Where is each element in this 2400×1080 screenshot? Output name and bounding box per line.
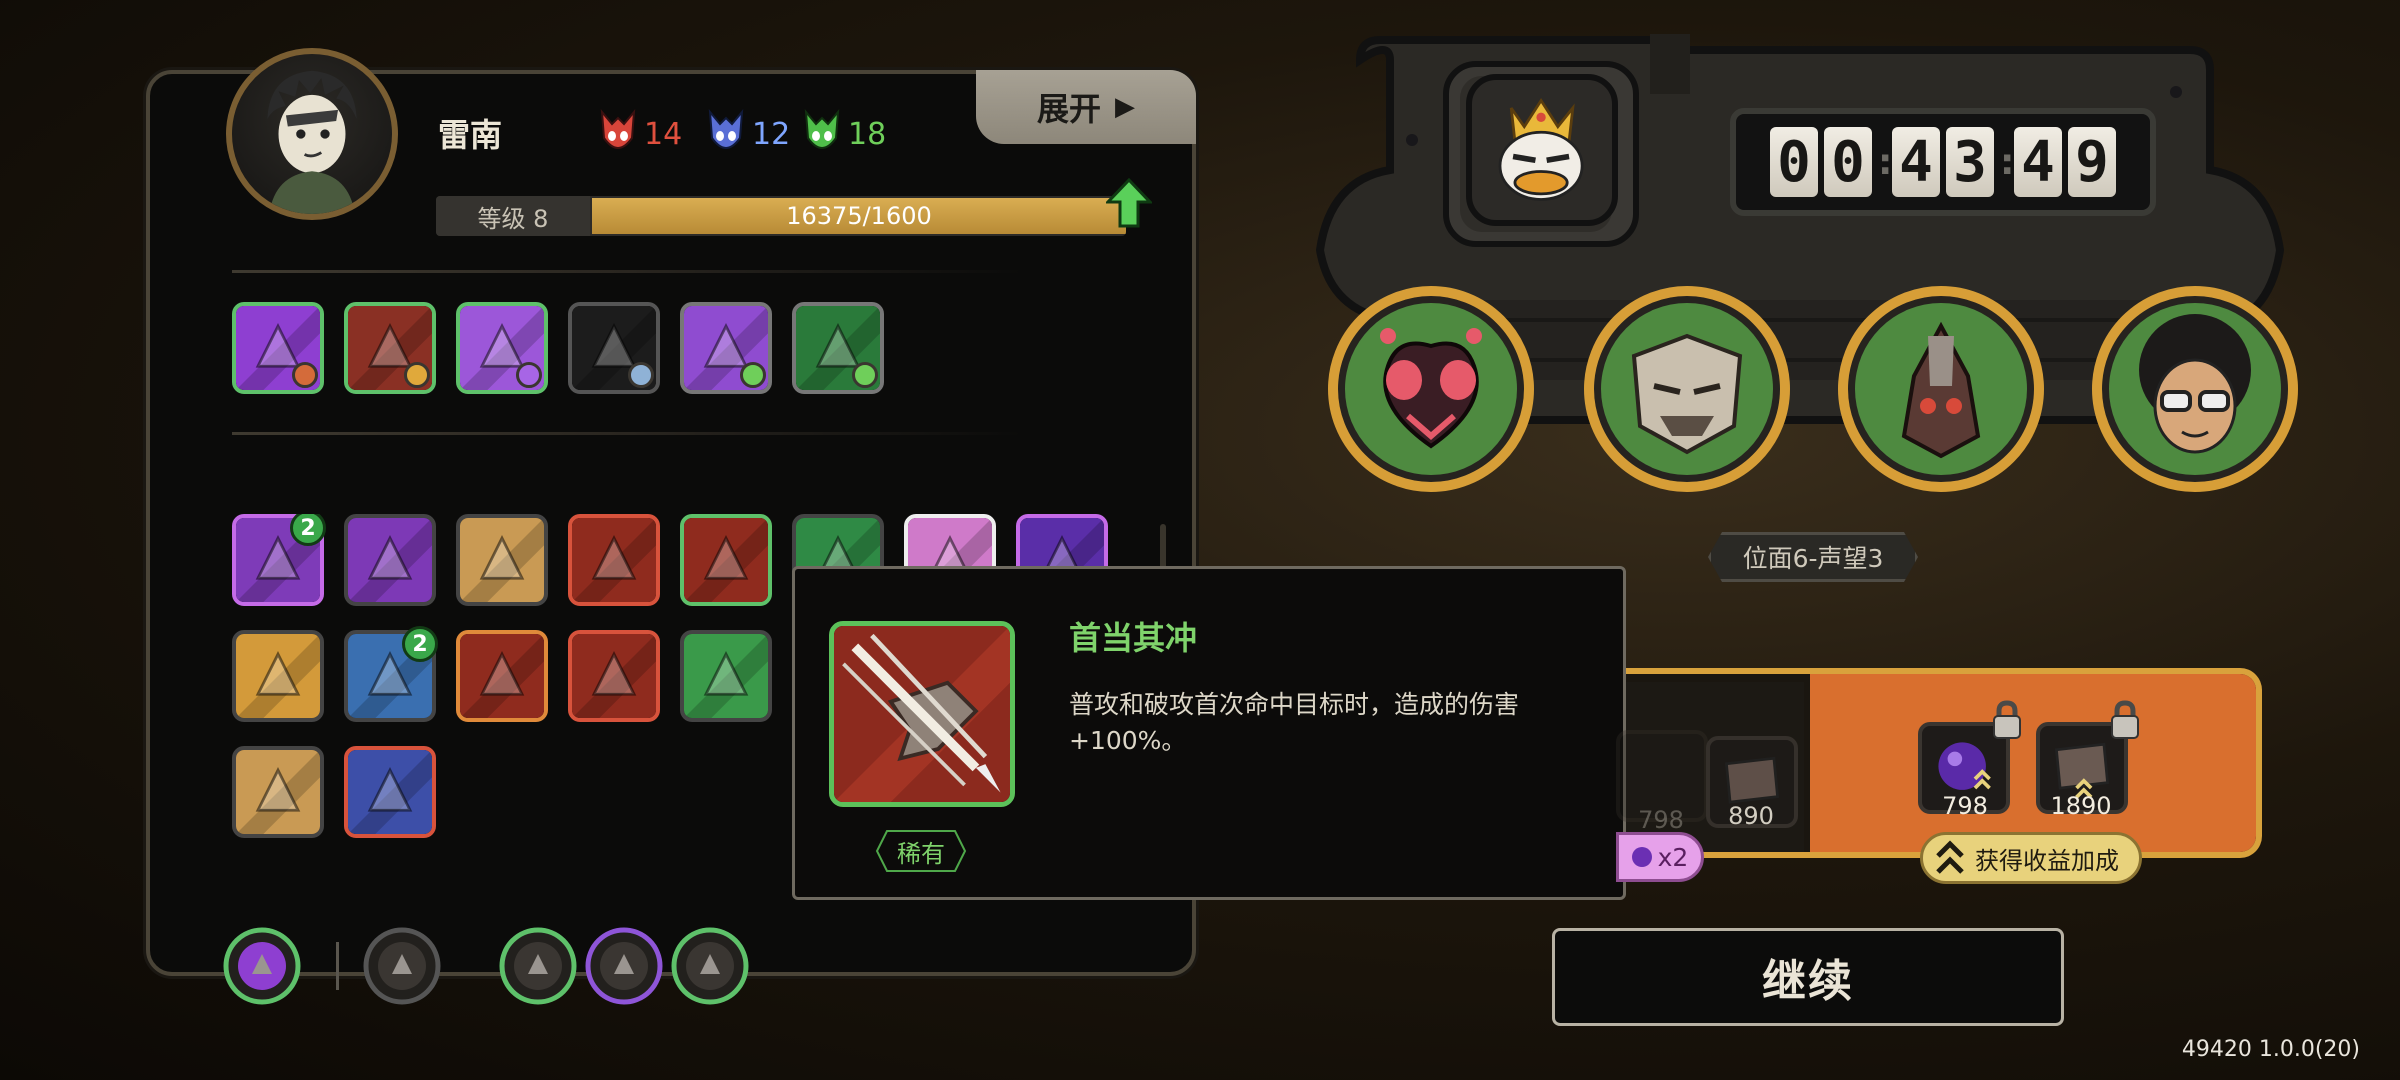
tooltip-title: 首当其冲	[1069, 619, 1198, 657]
rarity-tag: 稀有	[875, 829, 967, 873]
timer-digit: 0	[1770, 127, 1818, 197]
tooltip-description: 普攻和破攻首次命中目标时，造成的伤害+100%。	[1069, 690, 1520, 755]
hammers-skill[interactable]	[568, 514, 660, 606]
bubble-gear[interactable]	[456, 302, 548, 394]
green-shield-skill[interactable]	[680, 630, 772, 722]
green-stat: 18	[802, 108, 886, 160]
red-claw-slot[interactable]	[362, 926, 442, 1006]
green-stat-value: 18	[848, 116, 887, 152]
spear-slash-icon	[834, 626, 1010, 802]
count-badge: 2	[290, 514, 326, 546]
timer-colon: :	[2000, 141, 2015, 183]
continue-button[interactable]: 继续	[1552, 928, 2064, 1026]
version-label: 49420 1.0.0(20)	[2181, 1037, 2360, 1062]
slot-gem-icon	[404, 362, 430, 388]
reward-count: 798	[1942, 792, 1988, 820]
equipment-row	[232, 302, 932, 398]
rarity-label: 稀有	[897, 839, 945, 868]
free-reward-area: 798 890	[1616, 682, 1804, 852]
tooth-skill[interactable]	[456, 630, 548, 722]
leaf-gear[interactable]	[792, 302, 884, 394]
triangle-rune-slot[interactable]	[498, 926, 578, 1006]
purple-flame-slot[interactable]	[222, 926, 302, 1006]
timer-digit: 3	[1946, 127, 1994, 197]
timer-digit: 0	[1824, 127, 1872, 197]
slot-separator	[336, 942, 339, 990]
bonus-button[interactable]: 获得收益加成	[1920, 832, 2142, 884]
purple-hand-gear[interactable]	[232, 302, 324, 394]
tower-skill[interactable]: 2	[232, 514, 326, 606]
chain-skill[interactable]	[232, 746, 324, 838]
expand-button[interactable]: 展开 ▶	[976, 70, 1196, 144]
slot-gem-icon	[292, 362, 318, 388]
divider	[232, 270, 1022, 273]
x2-label: x2	[1657, 842, 1689, 872]
red-stat: 14	[598, 108, 682, 160]
play-triangle-icon: ▶	[1115, 92, 1135, 122]
divider	[232, 432, 1022, 435]
red-mask-icon	[600, 108, 636, 149]
double-chevron-up-icon	[1936, 840, 1964, 874]
explosion-skill[interactable]	[232, 630, 324, 722]
blue-stat: 12	[706, 108, 790, 160]
level-label: 等级 8	[436, 196, 590, 236]
character-name: 雷南	[438, 116, 503, 154]
sunrise-skill[interactable]	[456, 514, 548, 606]
slot-gem-icon	[852, 362, 878, 388]
enemy-slot[interactable]	[1838, 286, 2044, 492]
exp-text: 16375/1600	[786, 202, 932, 230]
ring-gear[interactable]	[344, 302, 436, 394]
level-bar: 等级 8 16375/1600	[436, 196, 1126, 236]
timer-digit: 4	[1892, 127, 1940, 197]
blue-mask-icon	[708, 108, 744, 149]
tooltip-skill-icon	[829, 621, 1015, 807]
heart-rune-slot[interactable]	[584, 926, 664, 1006]
reward-count: 1890	[2050, 792, 2112, 820]
enemy-slot[interactable]	[1328, 286, 1534, 492]
lock-icon	[1993, 700, 2021, 739]
double-reward-button[interactable]: x2	[1616, 832, 1704, 882]
bonus-label: 获得收益加成	[1975, 846, 2119, 875]
bottom-slots	[222, 926, 922, 1010]
afro-boy-enemy-icon	[2109, 303, 2281, 475]
box-gear[interactable]	[680, 302, 772, 394]
green-mask-icon	[804, 108, 840, 149]
reward-panel: 798 890 798 1890	[1616, 668, 2262, 858]
shield-heart-skill[interactable]	[344, 514, 436, 606]
empty-slot[interactable]	[568, 302, 660, 394]
blue-stat-value: 12	[752, 116, 791, 152]
timer-digit: 4	[2014, 127, 2062, 197]
character-avatar[interactable]	[226, 48, 398, 220]
king-duck-icon	[1498, 97, 1584, 201]
premium-reward-area: 798 1890	[1810, 674, 2256, 852]
lock-icon	[2111, 700, 2139, 739]
dragon-skill[interactable]: 2	[344, 626, 438, 722]
armored-beast-enemy-icon	[1601, 303, 1773, 475]
green-spear-skill[interactable]	[568, 630, 660, 722]
slot-gem-icon	[740, 362, 766, 388]
red-stat-value: 14	[644, 116, 683, 152]
slash-red-skill[interactable]	[680, 514, 772, 606]
expand-label: 展开	[1036, 90, 1101, 128]
slot-gem-icon	[628, 362, 654, 388]
fly-enemy-icon	[1345, 303, 1517, 475]
green-arrows-slot[interactable]	[670, 926, 750, 1006]
count-badge: 2	[402, 626, 438, 662]
position-badge: 位面6-声望3	[1708, 532, 1918, 582]
timer-digit: 9	[2068, 127, 2116, 197]
masked-face-skill[interactable]	[344, 746, 436, 838]
bird-mech-enemy-icon	[1855, 303, 2027, 475]
timer-colon: :	[1878, 141, 1893, 183]
enemy-slot[interactable]	[2092, 286, 2298, 492]
slot-gem-icon	[516, 362, 542, 388]
enemy-slot[interactable]	[1584, 286, 1790, 492]
battle-timer: 0 0 : 4 3 : 4 9	[1730, 108, 2156, 216]
ghost-reward-count: 890	[1728, 802, 1774, 830]
level-up-arrow-icon[interactable]	[1106, 178, 1152, 228]
purple-orb-icon	[1631, 847, 1652, 867]
boss-portrait[interactable]	[1466, 74, 1618, 226]
